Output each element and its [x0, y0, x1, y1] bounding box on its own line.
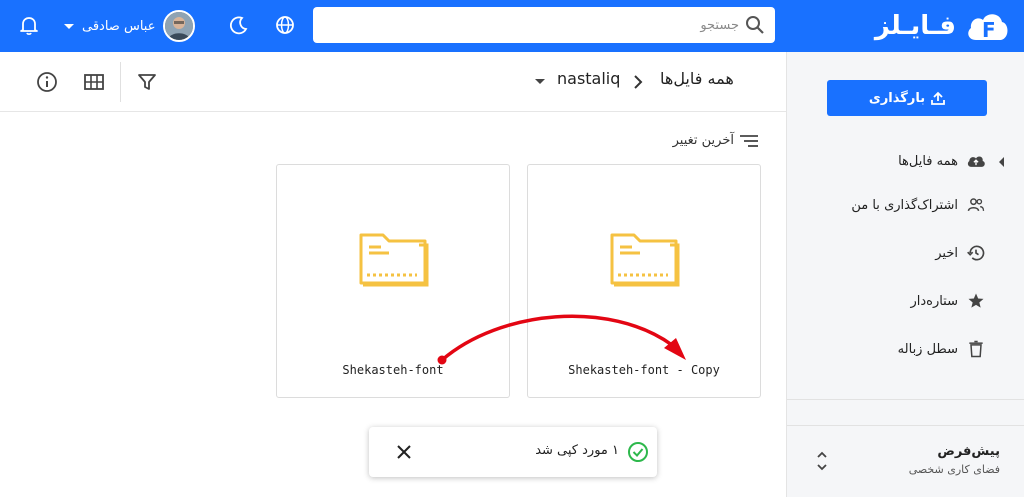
sidebar-item-label: اخیر — [935, 245, 958, 261]
bell-icon[interactable] — [18, 14, 40, 36]
history-icon — [967, 245, 985, 261]
app-logo[interactable]: F فـایـلز — [875, 8, 1010, 44]
svg-text:F: F — [982, 18, 996, 42]
sidebar-item-label: سطل زباله — [897, 341, 958, 357]
breadcrumb-current[interactable]: nastaliq — [557, 69, 620, 88]
trash-icon — [969, 340, 983, 358]
sidebar-item-label: همه فایل‌ها — [898, 153, 958, 169]
folder-icon — [359, 233, 429, 287]
file-name: Shekasteh-font — [342, 363, 444, 377]
toolbar-divider — [120, 62, 121, 102]
chevron-down-icon[interactable] — [64, 23, 74, 29]
search-icon[interactable] — [745, 15, 765, 35]
chevron-right-icon — [634, 75, 643, 89]
moon-icon[interactable] — [228, 14, 250, 36]
sidebar-item-trash[interactable]: سطل زباله — [786, 329, 1024, 369]
top-bar: F فـایـلز عباس صادقی — [0, 0, 1024, 52]
sidebar-divider — [787, 425, 1024, 426]
workspace-switcher[interactable]: پیش‌فرض فضای کاری شخصی — [909, 444, 1000, 476]
check-circle-icon — [628, 442, 648, 462]
app-logo-text: فـایـلز — [874, 11, 956, 41]
sidebar-divider — [787, 399, 1024, 400]
close-icon[interactable] — [395, 443, 413, 461]
sidebar-item-starred[interactable]: ستاره‌دار — [786, 281, 1024, 321]
sort-control[interactable]: آخرین تغییر — [673, 133, 758, 148]
search-box[interactable] — [313, 7, 775, 43]
sidebar-item-label: اشتراک‌گذاری با من — [851, 197, 958, 213]
folder-card[interactable]: Shekasteh-font - Copy — [527, 164, 761, 398]
unfold-icon[interactable] — [815, 449, 829, 473]
sort-label: آخرین تغییر — [672, 133, 734, 148]
workspace-subtitle: فضای کاری شخصی — [908, 463, 1000, 476]
toast-message: ۱ مورد کپی شد — [535, 443, 619, 458]
upload-icon — [931, 91, 945, 105]
file-name: Shekasteh-font - Copy — [568, 363, 720, 377]
star-icon — [968, 293, 984, 308]
user-menu[interactable]: عباس صادقی — [64, 9, 196, 43]
folder-card[interactable]: Shekasteh-font — [276, 164, 510, 398]
user-name: عباس صادقی — [82, 18, 156, 34]
sidebar-item-recent[interactable]: اخیر — [786, 233, 1024, 273]
filter-icon[interactable] — [135, 70, 159, 94]
globe-icon[interactable] — [274, 14, 296, 36]
people-icon — [967, 198, 985, 212]
sidebar-item-shared[interactable]: اشتراک‌گذاری با من — [786, 185, 1024, 225]
sidebar: بارگذاری همه فایل‌ها اشتراک‌گذاری با من … — [786, 52, 1024, 497]
workspace-title: پیش‌فرض — [937, 444, 1000, 459]
toast-notification: ۱ مورد کپی شد — [369, 427, 657, 477]
cloud-upload-icon — [967, 156, 985, 167]
folder-icon — [610, 233, 680, 287]
upload-button[interactable]: بارگذاری — [827, 80, 987, 116]
avatar[interactable] — [163, 10, 196, 42]
sidebar-item-all-files[interactable]: همه فایل‌ها — [786, 141, 1024, 181]
cloud-logo-icon: F — [968, 14, 1008, 42]
breadcrumb-root[interactable]: همه فایل‌ها — [660, 69, 734, 88]
expand-arrow-icon[interactable] — [999, 157, 1004, 167]
sort-icon — [740, 134, 758, 147]
toolbar: nastaliq همه فایل‌ها — [0, 52, 786, 112]
info-icon[interactable] — [35, 70, 59, 94]
search-input[interactable] — [329, 7, 739, 43]
upload-button-label: بارگذاری — [868, 90, 926, 106]
grid-view-icon[interactable] — [82, 70, 106, 94]
chevron-down-icon[interactable] — [534, 78, 546, 86]
sidebar-item-label: ستاره‌دار — [910, 293, 958, 309]
